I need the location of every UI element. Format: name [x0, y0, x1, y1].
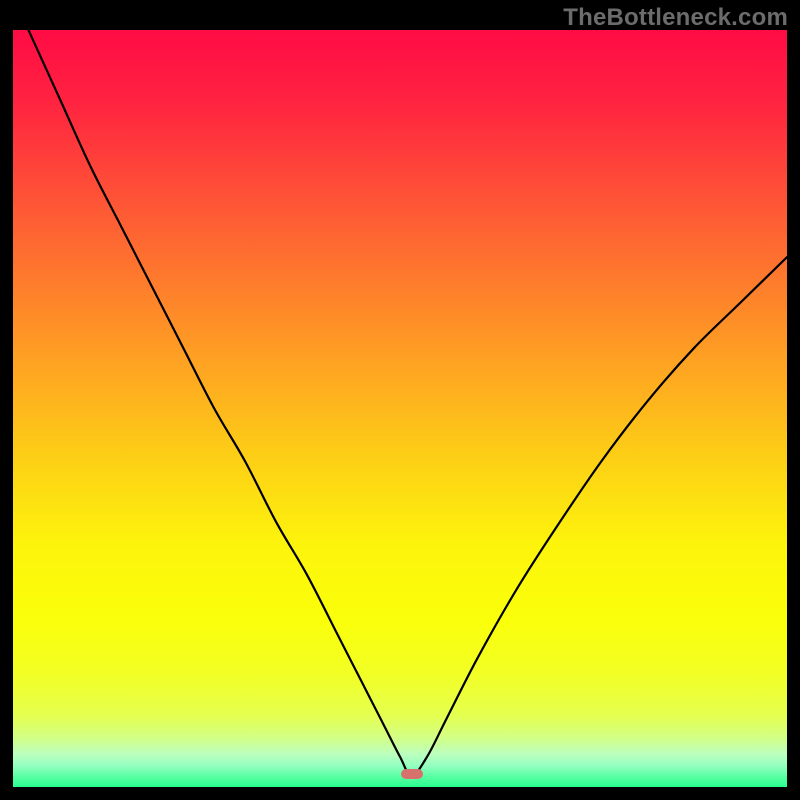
bottleneck-curve: [13, 30, 787, 787]
optimal-point-marker: [401, 769, 423, 779]
attribution-text: TheBottleneck.com: [563, 4, 788, 32]
plot-area: [13, 30, 787, 787]
chart-frame: TheBottleneck.com: [0, 0, 800, 800]
